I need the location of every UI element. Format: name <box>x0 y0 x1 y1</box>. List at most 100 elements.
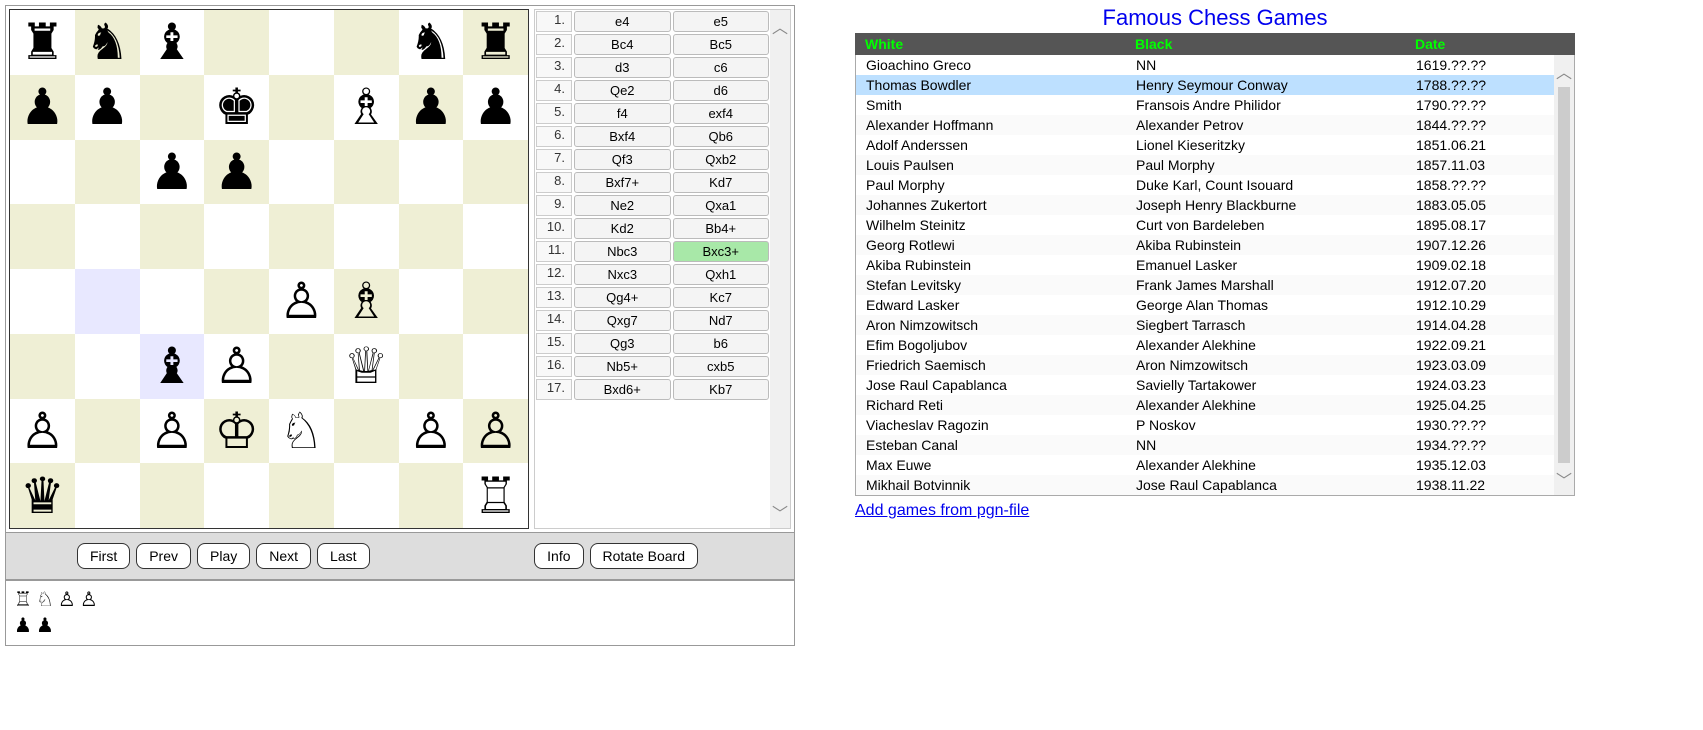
move-black[interactable]: Bc5 <box>673 34 770 55</box>
square-f8[interactable] <box>334 10 399 75</box>
square-e6[interactable] <box>269 140 334 205</box>
move-white[interactable]: Ne2 <box>574 195 671 216</box>
square-g5[interactable] <box>399 204 464 269</box>
chess-board[interactable]: ♜♞♝♞♜♟♟♚♗♟♟♟♟♙♗♝♙♕♙♙♔♘♙♙♛♖ <box>9 9 529 529</box>
scroll-down-icon[interactable]: ﹀ <box>1556 467 1572 491</box>
square-b5[interactable] <box>75 204 140 269</box>
square-f6[interactable] <box>334 140 399 205</box>
game-row[interactable]: Wilhelm SteinitzCurt von Bardeleben1895.… <box>856 215 1554 235</box>
square-h5[interactable] <box>463 204 528 269</box>
square-e7[interactable] <box>269 75 334 140</box>
add-games-link[interactable]: Add games from pgn-file <box>855 502 1029 520</box>
square-d5[interactable] <box>204 204 269 269</box>
square-c8[interactable]: ♝ <box>140 10 205 75</box>
scroll-up-icon[interactable]: ︿ <box>1556 59 1572 83</box>
scroll-up-icon[interactable]: ︿ <box>772 14 788 38</box>
square-g6[interactable] <box>399 140 464 205</box>
scroll-down-icon[interactable]: ﹀ <box>772 500 788 524</box>
square-a5[interactable] <box>10 204 75 269</box>
square-e2[interactable]: ♘ <box>269 399 334 464</box>
square-h3[interactable] <box>463 334 528 399</box>
move-white[interactable]: Nbc3 <box>574 241 671 262</box>
move-white[interactable]: Qxg7 <box>574 310 671 331</box>
game-row[interactable]: Efim BogoljubovAlexander Alekhine1922.09… <box>856 335 1554 355</box>
square-e3[interactable] <box>269 334 334 399</box>
square-f4[interactable]: ♗ <box>334 269 399 334</box>
square-c2[interactable]: ♙ <box>140 399 205 464</box>
square-h2[interactable]: ♙ <box>463 399 528 464</box>
game-row[interactable]: Max EuweAlexander Alekhine1935.12.03 <box>856 455 1554 475</box>
scroll-track[interactable] <box>1558 87 1570 463</box>
move-black[interactable]: Kd7 <box>673 172 770 193</box>
move-white[interactable]: Bxf7+ <box>574 172 671 193</box>
game-row[interactable]: Mikhail BotvinnikJose Raul Capablanca193… <box>856 475 1554 495</box>
game-row[interactable]: SmithFransois Andre Philidor1790.??.?? <box>856 95 1554 115</box>
square-f7[interactable]: ♗ <box>334 75 399 140</box>
game-row[interactable]: Esteban CanalNN1934.??.?? <box>856 435 1554 455</box>
square-e8[interactable] <box>269 10 334 75</box>
move-black[interactable]: b6 <box>673 333 770 354</box>
move-black[interactable]: Kb7 <box>673 379 770 400</box>
next-button[interactable]: Next <box>256 543 311 569</box>
square-c3[interactable]: ♝ <box>140 334 205 399</box>
square-a2[interactable]: ♙ <box>10 399 75 464</box>
square-g3[interactable] <box>399 334 464 399</box>
square-f1[interactable] <box>334 463 399 528</box>
square-a4[interactable] <box>10 269 75 334</box>
move-white[interactable]: e4 <box>574 11 671 32</box>
square-e1[interactable] <box>269 463 334 528</box>
move-black[interactable]: Qxb2 <box>673 149 770 170</box>
square-d3[interactable]: ♙ <box>204 334 269 399</box>
square-c7[interactable] <box>140 75 205 140</box>
game-row[interactable]: Aron NimzowitschSiegbert Tarrasch1914.04… <box>856 315 1554 335</box>
last-button[interactable]: Last <box>317 543 369 569</box>
square-g7[interactable]: ♟ <box>399 75 464 140</box>
move-white[interactable]: Bxd6+ <box>574 379 671 400</box>
square-f5[interactable] <box>334 204 399 269</box>
square-a8[interactable]: ♜ <box>10 10 75 75</box>
game-row[interactable]: Viacheslav RagozinP Noskov1930.??.?? <box>856 415 1554 435</box>
square-a6[interactable] <box>10 140 75 205</box>
square-g1[interactable] <box>399 463 464 528</box>
square-d7[interactable]: ♚ <box>204 75 269 140</box>
game-row[interactable]: Paul MorphyDuke Karl, Count Isouard1858.… <box>856 175 1554 195</box>
game-row[interactable]: Louis PaulsenPaul Morphy1857.11.03 <box>856 155 1554 175</box>
prev-button[interactable]: Prev <box>136 543 191 569</box>
game-row[interactable]: Adolf AnderssenLionel Kieseritzky1851.06… <box>856 135 1554 155</box>
square-h4[interactable] <box>463 269 528 334</box>
move-black[interactable]: cxb5 <box>673 356 770 377</box>
move-black[interactable]: Kc7 <box>673 287 770 308</box>
square-c5[interactable] <box>140 204 205 269</box>
game-row[interactable]: Johannes ZukertortJoseph Henry Blackburn… <box>856 195 1554 215</box>
move-white[interactable]: Kd2 <box>574 218 671 239</box>
move-white[interactable]: Nb5+ <box>574 356 671 377</box>
move-white[interactable]: Qg3 <box>574 333 671 354</box>
move-white[interactable]: Qg4+ <box>574 287 671 308</box>
square-c1[interactable] <box>140 463 205 528</box>
move-white[interactable]: Qf3 <box>574 149 671 170</box>
square-b8[interactable]: ♞ <box>75 10 140 75</box>
move-white[interactable]: Qe2 <box>574 80 671 101</box>
rotate-board-button[interactable]: Rotate Board <box>590 543 699 569</box>
square-c4[interactable] <box>140 269 205 334</box>
square-g4[interactable] <box>399 269 464 334</box>
square-d6[interactable]: ♟ <box>204 140 269 205</box>
game-row[interactable]: Friedrich SaemischAron Nimzowitsch1923.0… <box>856 355 1554 375</box>
games-scrollbar[interactable]: ︿ ﹀ <box>1554 55 1574 495</box>
game-row[interactable]: Jose Raul CapablancaSavielly Tartakower1… <box>856 375 1554 395</box>
square-b4[interactable] <box>75 269 140 334</box>
square-b1[interactable] <box>75 463 140 528</box>
game-row[interactable]: Stefan LevitskyFrank James Marshall1912.… <box>856 275 1554 295</box>
square-d4[interactable] <box>204 269 269 334</box>
moves-scrollbar[interactable]: ︿ ﹀ <box>770 10 790 528</box>
square-g8[interactable]: ♞ <box>399 10 464 75</box>
move-black[interactable]: c6 <box>673 57 770 78</box>
square-d2[interactable]: ♔ <box>204 399 269 464</box>
square-b2[interactable] <box>75 399 140 464</box>
move-black[interactable]: Qxh1 <box>673 264 770 285</box>
square-e4[interactable]: ♙ <box>269 269 334 334</box>
game-row[interactable]: Thomas BowdlerHenry Seymour Conway1788.?… <box>856 75 1554 95</box>
square-h6[interactable] <box>463 140 528 205</box>
square-h1[interactable]: ♖ <box>463 463 528 528</box>
game-row[interactable]: Akiba RubinsteinEmanuel Lasker1909.02.18 <box>856 255 1554 275</box>
